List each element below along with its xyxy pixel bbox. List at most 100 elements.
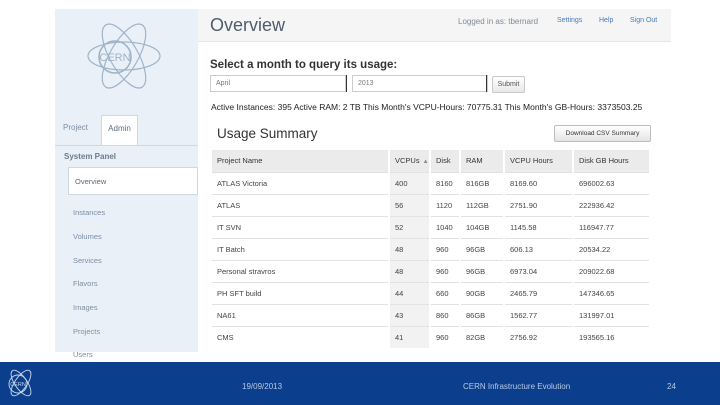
table-cell: NA61 — [212, 303, 390, 326]
table-cell: 48 — [389, 237, 431, 260]
settings-link[interactable]: Settings — [557, 17, 582, 24]
table-cell: 96GB — [460, 259, 505, 282]
table-cell: 96GB — [460, 237, 505, 260]
table-cell: 696002.63 — [573, 171, 651, 194]
sign-out-link[interactable]: Sign Out — [630, 17, 657, 24]
table-cell: Personal stravros — [212, 259, 390, 282]
col-disk[interactable]: Disk — [430, 150, 461, 172]
sidebar-item-overview[interactable]: Overview — [68, 167, 198, 195]
table-cell: ATLAS Victoria — [212, 171, 390, 194]
submit-button[interactable]: Submit — [492, 76, 525, 93]
table-row: NA61 43 860 86GB 1562.77 131997.01 — [212, 303, 651, 326]
table-cell: 2751.90 — [504, 193, 574, 216]
year-input[interactable]: 2013 — [352, 75, 488, 92]
table-row: PH SFT build 44 660 90GB 2465.79 147346.65 — [212, 281, 651, 304]
table-cell: 660 — [430, 281, 461, 304]
sidebar-item-services[interactable]: Services — [73, 256, 102, 265]
tab-admin[interactable]: Admin — [101, 115, 138, 145]
col-label: VCPUs — [395, 156, 420, 166]
table-cell: 1040 — [430, 215, 461, 238]
month-select-caret — [346, 75, 347, 92]
col-label: Project Name — [217, 156, 263, 166]
sidebar-item-flavors[interactable]: Flavors — [73, 279, 98, 288]
table-cell: 43 — [389, 303, 431, 326]
table-cell: 104GB — [460, 215, 505, 238]
help-link[interactable]: Help — [599, 17, 613, 24]
sidebar-item-images[interactable]: Images — [73, 303, 98, 312]
table-cell: PH SFT build — [212, 281, 390, 304]
table-cell: 860 — [430, 303, 461, 326]
table-cell: IT SVN — [212, 215, 390, 238]
cern-logo: CERN — [87, 23, 161, 89]
table-cell: 86GB — [460, 303, 505, 326]
page-title: Overview — [210, 15, 286, 35]
month-select[interactable]: April — [210, 75, 346, 92]
panel-title: System Panel — [64, 152, 117, 161]
sidebar-item-users[interactable]: Users — [73, 350, 93, 359]
logged-in-status: Logged in as: tbernard — [458, 17, 539, 26]
col-label: RAM — [466, 156, 483, 166]
svg-text:CERN: CERN — [99, 52, 130, 64]
table-cell: 8169.60 — [504, 171, 574, 194]
table-cell: 6973.04 — [504, 259, 574, 282]
table-cell: 41 — [389, 325, 431, 348]
table-cell: 606.13 — [504, 237, 574, 260]
table-cell: 56 — [389, 193, 431, 216]
query-title: Select a month to query its usage: — [210, 59, 398, 71]
table-cell: 147346.65 — [573, 281, 651, 304]
col-disk-gb-hours[interactable]: Disk GB Hours — [573, 150, 651, 172]
table-cell: 400 — [389, 171, 431, 194]
table-cell: 1562.77 — [504, 303, 574, 326]
usage-summary-title: Usage Summary — [217, 126, 318, 141]
table-cell: 8160 — [430, 171, 461, 194]
col-project-name[interactable]: Project Name — [212, 150, 390, 172]
page-number: 24 — [667, 382, 676, 391]
sidebar-item-instances[interactable]: Instances — [73, 208, 105, 217]
table-cell: 82GB — [460, 325, 505, 348]
sidebar-item-volumes[interactable]: Volumes — [73, 232, 102, 241]
table-cell: 44 — [389, 281, 431, 304]
footer-date: 19/09/2013 — [242, 382, 283, 391]
table-cell: 2756.92 — [504, 325, 574, 348]
table-cell: 48 — [389, 259, 431, 282]
table-cell: 960 — [430, 259, 461, 282]
tab-project[interactable]: Project — [63, 123, 88, 132]
download-csv-button[interactable]: Download CSV Summary — [554, 125, 651, 142]
usage-table: Project Name VCPUs ▲ Disk RAM VCPU Hours … — [212, 150, 651, 348]
table-row: ATLAS Victoria 400 8160 816GB 8169.60 696002.… — [212, 171, 651, 194]
table-cell: 20534.22 — [573, 237, 651, 260]
col-label: Disk GB Hours — [579, 156, 629, 166]
table-cell: 222936.42 — [573, 193, 651, 216]
footer: CERN 19/09/2013 CERN Infrastructure Evol… — [0, 362, 720, 405]
table-cell: 116947.77 — [573, 215, 651, 238]
table-cell: 2465.79 — [504, 281, 574, 304]
col-vcpu-hours[interactable]: VCPU Hours — [504, 150, 574, 172]
footer-caption: CERN Infrastructure Evolution — [463, 382, 571, 391]
sidebar-item-projects[interactable]: Projects — [73, 327, 100, 336]
col-label: Disk — [436, 156, 451, 166]
table-row: CMS 41 960 82GB 2756.92 193565.16 — [212, 325, 651, 348]
table-cell: 52 — [389, 215, 431, 238]
table-cell: ATLAS — [212, 193, 390, 216]
table-cell: 90GB — [460, 281, 505, 304]
usage-stats: Active Instances: 395 Active RAM: 2 TB T… — [211, 102, 643, 112]
col-vcpus[interactable]: VCPUs ▲ — [389, 150, 431, 172]
table-cell: 960 — [430, 237, 461, 260]
table-cell: 960 — [430, 325, 461, 348]
table-cell: 209022.68 — [573, 259, 651, 282]
year-input-caret — [486, 75, 487, 92]
slide: CERN Project Admin System Panel Overview… — [0, 0, 720, 405]
svg-text:CERN: CERN — [10, 382, 26, 388]
table-cell: 1145.58 — [504, 215, 574, 238]
table-cell: 193565.16 — [573, 325, 651, 348]
system-panel: System Panel Overview Instances Volumes … — [55, 145, 198, 359]
table-cell: IT Batch — [212, 237, 390, 260]
table-cell: 112GB — [460, 193, 505, 216]
table-header-row: Project Name VCPUs ▲ Disk RAM VCPU Hours … — [212, 150, 651, 172]
col-ram[interactable]: RAM — [460, 150, 505, 172]
usage-table-body: ATLAS Victoria 400 8160 816GB 8169.60 696002.… — [212, 171, 651, 348]
col-label: VCPU Hours — [510, 156, 553, 166]
sidebar: CERN Project Admin System Panel Overview… — [55, 9, 198, 359]
sidebar-tabs: Project Admin — [55, 115, 198, 145]
table-row: ATLAS 56 1120 112GB 2751.90 222936.42 — [212, 193, 651, 216]
